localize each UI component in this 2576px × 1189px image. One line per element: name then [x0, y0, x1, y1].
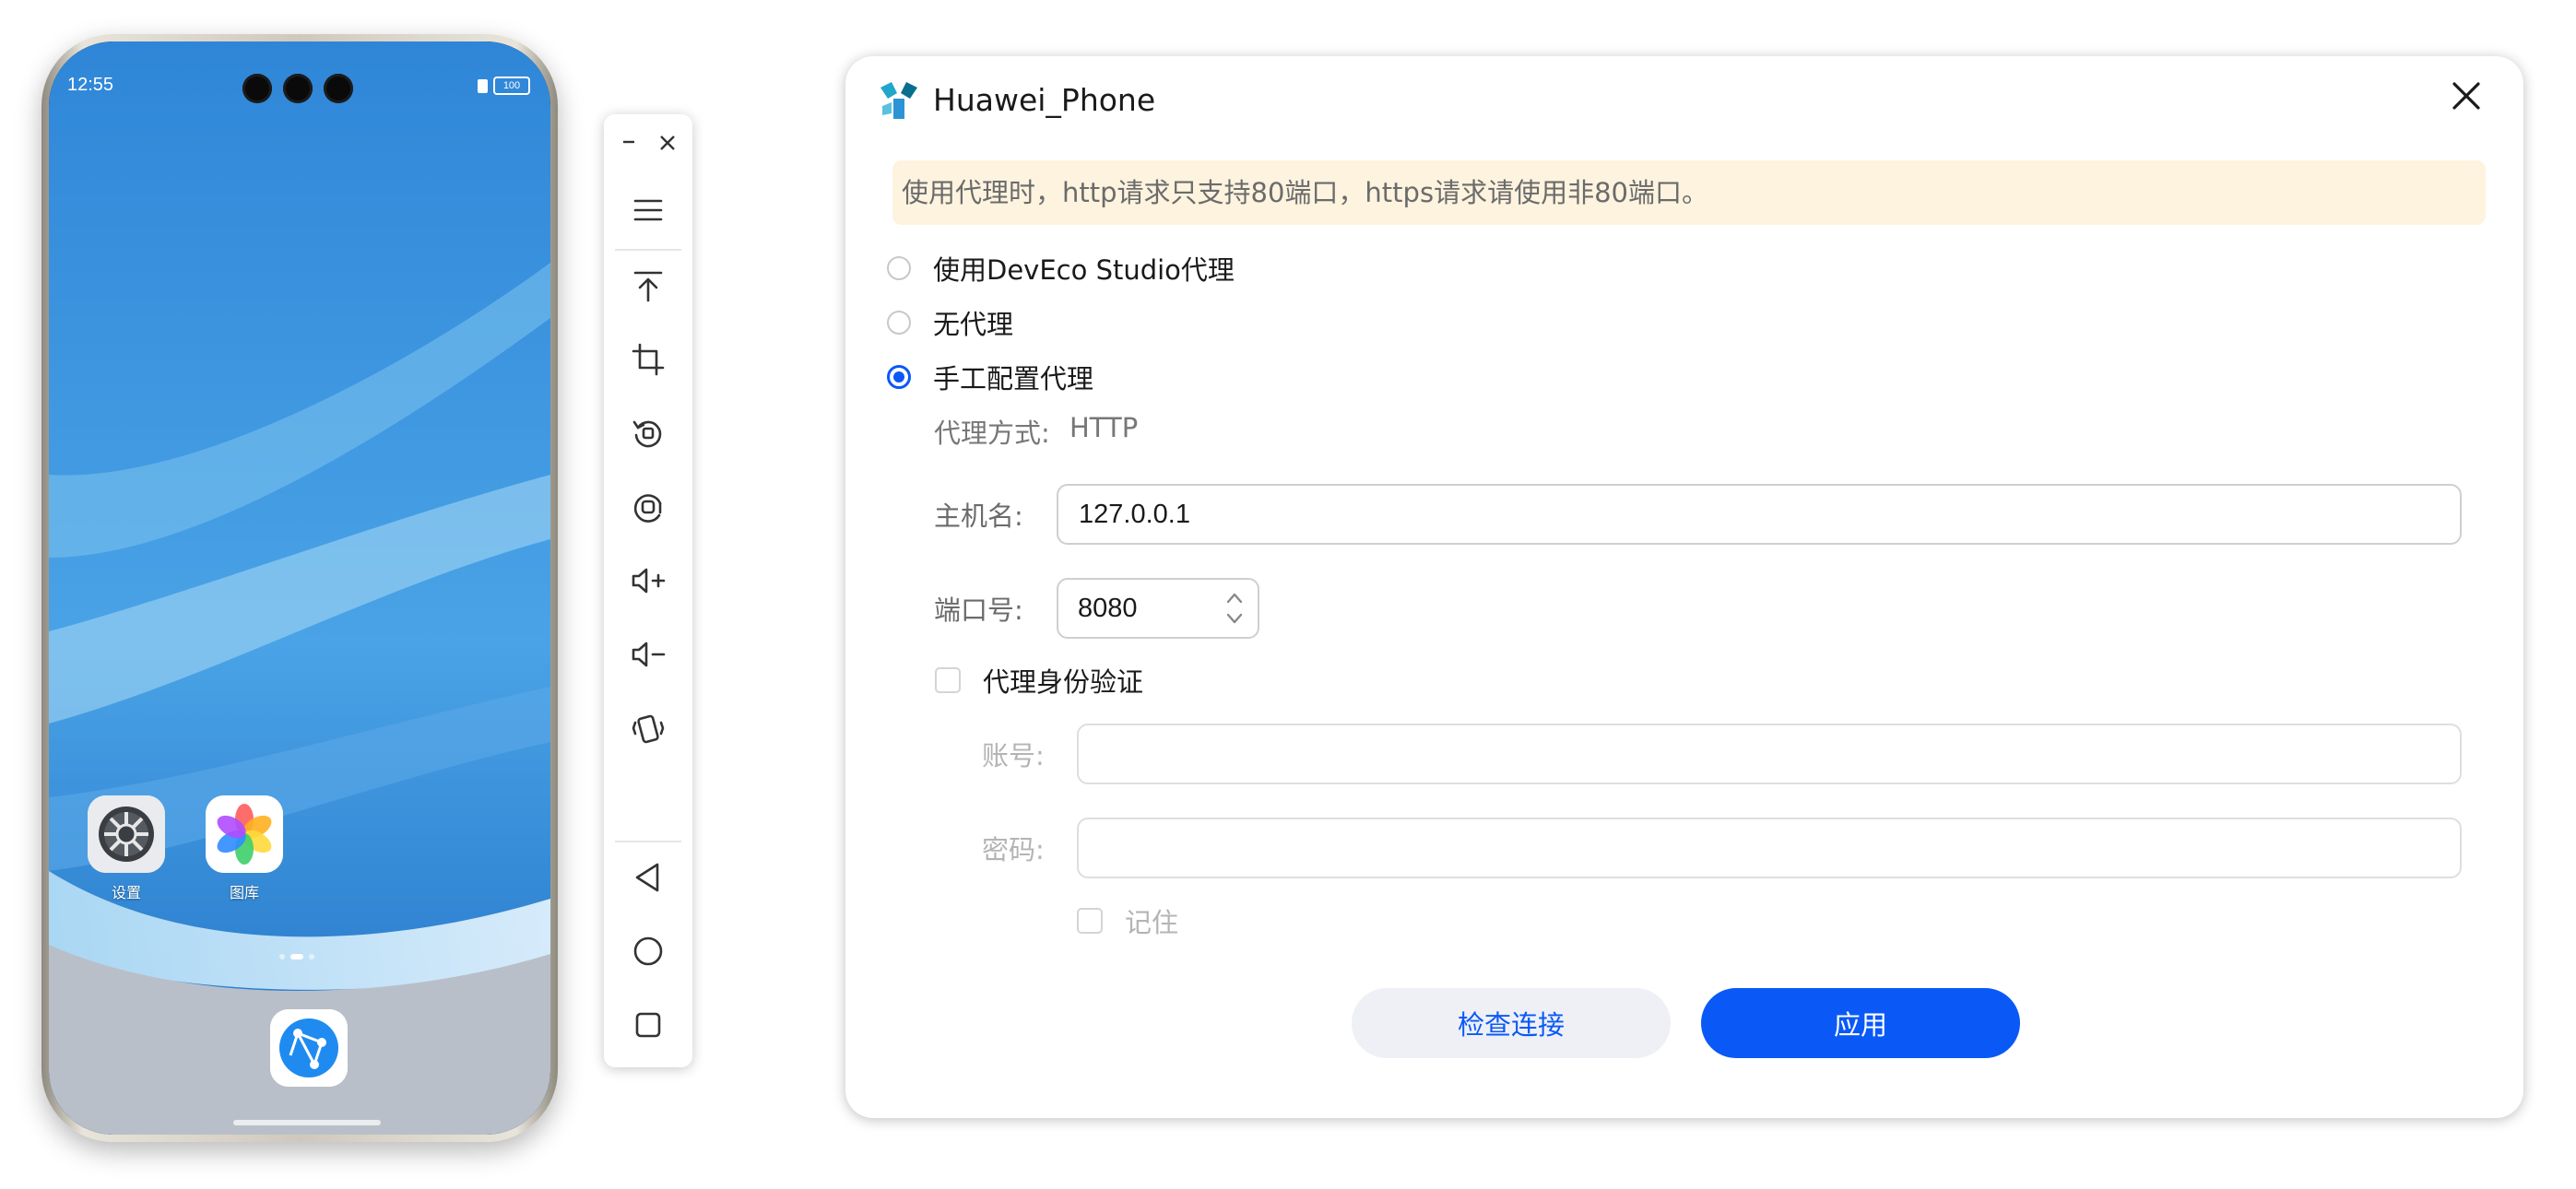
- menu-icon[interactable]: [626, 188, 670, 232]
- checkbox[interactable]: [935, 667, 961, 693]
- remember-checkbox[interactable]: 记住: [1077, 901, 1178, 940]
- screen-record-icon[interactable]: [626, 485, 670, 529]
- app-gallery[interactable]: 图库: [206, 795, 283, 902]
- apply-button[interactable]: 应用: [1701, 988, 2020, 1058]
- radio-label: 使用DevEco Studio代理: [933, 254, 1235, 286]
- page-dot: [309, 954, 314, 959]
- back-icon[interactable]: [626, 855, 670, 900]
- account-label: 账号:: [982, 740, 1045, 771]
- home-indicator[interactable]: [233, 1120, 381, 1125]
- camera-icon: [324, 74, 353, 103]
- toolbar-divider: [615, 841, 681, 842]
- proxy-notice: 使用代理时，http请求只支持80端口，https请求请使用非80端口。: [892, 160, 2486, 225]
- rotate-icon[interactable]: [626, 411, 670, 455]
- chevron-down-icon[interactable]: [1224, 611, 1245, 626]
- page-dot: [279, 954, 285, 959]
- app-label: 图库: [229, 884, 259, 901]
- host-input[interactable]: [1057, 484, 2462, 545]
- toolbar-window-controls: [604, 124, 692, 160]
- shake-icon[interactable]: [626, 706, 670, 750]
- minimize-icon[interactable]: [615, 127, 643, 155]
- checkbox[interactable]: [1077, 908, 1103, 934]
- app-settings[interactable]: 设置: [88, 795, 165, 902]
- sim-icon: [478, 78, 488, 93]
- page-indicator: [279, 954, 314, 959]
- camera-icon: [242, 74, 272, 103]
- port-value: 8080: [1078, 594, 1138, 623]
- checkbox-label: 记住: [1125, 907, 1179, 938]
- wallpaper: [49, 41, 550, 1135]
- radio-manual-proxy[interactable]: 手工配置代理: [887, 357, 1093, 397]
- front-cameras: [242, 74, 353, 103]
- gallery-flower-icon: [206, 795, 283, 873]
- proxy-mode-label: 代理方式:: [934, 418, 1050, 449]
- emulator-toolbar: [604, 114, 692, 1067]
- recents-icon[interactable]: [626, 1003, 670, 1047]
- checkbox-label: 代理身份验证: [983, 666, 1144, 698]
- crop-screenshot-icon[interactable]: [626, 337, 670, 382]
- proxy-auth-checkbox[interactable]: 代理身份验证: [935, 661, 1143, 700]
- check-connection-button[interactable]: 检查连接: [1352, 988, 1671, 1058]
- app-logo-icon: [880, 82, 917, 119]
- settings-gear-icon: [88, 795, 165, 873]
- radio-label: 手工配置代理: [933, 363, 1094, 394]
- chevron-up-icon[interactable]: [1224, 591, 1245, 606]
- pin-top-icon[interactable]: [626, 264, 670, 308]
- port-label: 端口号:: [934, 594, 1023, 626]
- proxy-mode-value: HTTP: [1069, 412, 1139, 443]
- password-label: 密码:: [982, 834, 1045, 865]
- dock-app-browser[interactable]: [270, 1009, 348, 1087]
- radio-button-checked[interactable]: [887, 365, 911, 389]
- radio-button[interactable]: [887, 256, 911, 280]
- phone-screen[interactable]: 12:55 100 设置 图库: [49, 41, 550, 1135]
- volume-up-icon[interactable]: [626, 559, 670, 603]
- close-icon[interactable]: [652, 127, 683, 159]
- home-icon[interactable]: [626, 929, 670, 973]
- password-input[interactable]: [1077, 818, 2462, 878]
- toolbar-divider: [615, 249, 681, 251]
- account-input[interactable]: [1077, 724, 2462, 784]
- port-stepper[interactable]: 8080: [1057, 578, 1259, 639]
- status-time: 12:55: [67, 75, 114, 95]
- status-icons: 100: [478, 77, 530, 95]
- volume-down-icon[interactable]: [626, 632, 670, 677]
- radio-deveco-proxy[interactable]: 使用DevEco Studio代理: [887, 248, 1235, 288]
- browser-globe-icon: [270, 1009, 348, 1087]
- dialog-title: Huawei_Phone: [933, 82, 1156, 118]
- radio-label: 无代理: [933, 309, 1014, 340]
- host-label: 主机名:: [934, 500, 1023, 532]
- close-icon[interactable]: [2443, 73, 2489, 119]
- phone-frame: 12:55 100 设置 图库: [41, 34, 558, 1142]
- camera-icon: [283, 74, 313, 103]
- page-dot-active: [290, 954, 303, 959]
- radio-button[interactable]: [887, 311, 911, 335]
- proxy-settings-dialog: Huawei_Phone 使用代理时，http请求只支持80端口，https请求…: [845, 56, 2523, 1118]
- radio-no-proxy[interactable]: 无代理: [887, 302, 1013, 343]
- app-label: 设置: [111, 884, 141, 901]
- battery-icon: 100: [493, 77, 530, 95]
